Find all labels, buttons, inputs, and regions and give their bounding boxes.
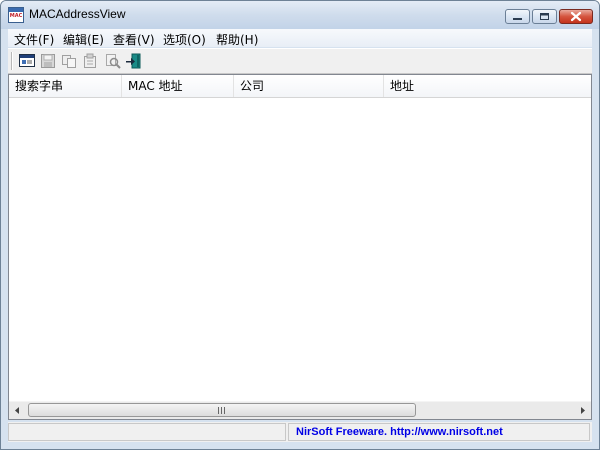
save-icon bbox=[41, 54, 55, 68]
properties-button[interactable] bbox=[81, 52, 99, 70]
status-pane-main bbox=[8, 423, 286, 441]
status-bar: NirSoft Freeware. http://www.nirsoft.net bbox=[8, 422, 592, 442]
maximize-button[interactable] bbox=[532, 9, 557, 24]
window-title: MACAddressView bbox=[29, 7, 126, 21]
copy-icon bbox=[62, 55, 76, 68]
menu-options[interactable]: 选项(O) bbox=[163, 31, 206, 48]
menu-bar: 文件(F) 编辑(E) 查看(V) 选项(O) 帮助(H) bbox=[8, 29, 592, 47]
toolbar-grip bbox=[11, 52, 13, 70]
results-list[interactable]: 搜索字串 MAC 地址 公司 地址 bbox=[8, 74, 592, 420]
copy-button[interactable] bbox=[60, 52, 78, 70]
minimize-icon bbox=[513, 18, 522, 20]
menu-view[interactable]: 查看(V) bbox=[113, 31, 155, 48]
column-header: 搜索字串 MAC 地址 公司 地址 bbox=[9, 75, 591, 98]
column-company[interactable]: 公司 bbox=[234, 75, 384, 97]
menu-edit[interactable]: 编辑(E) bbox=[63, 31, 104, 48]
arrow-right-icon bbox=[581, 407, 585, 414]
close-icon bbox=[570, 11, 582, 22]
menu-file[interactable]: 文件(F) bbox=[14, 31, 54, 48]
scroll-left-button[interactable] bbox=[9, 402, 26, 419]
scroll-thumb[interactable] bbox=[28, 403, 416, 417]
close-button[interactable] bbox=[559, 9, 593, 24]
app-icon-text: MAC bbox=[9, 13, 23, 19]
app-icon[interactable]: MAC bbox=[8, 7, 24, 23]
exit-button[interactable] bbox=[125, 52, 143, 70]
minimize-button[interactable] bbox=[505, 9, 530, 24]
find-icon bbox=[106, 54, 121, 69]
html-report-icon bbox=[19, 54, 35, 67]
grip-icon bbox=[218, 407, 225, 414]
column-mac-address[interactable]: MAC 地址 bbox=[122, 75, 234, 97]
html-report-button[interactable] bbox=[18, 52, 36, 70]
column-address[interactable]: 地址 bbox=[384, 75, 591, 97]
horizontal-scrollbar[interactable] bbox=[9, 401, 591, 419]
menu-help[interactable]: 帮助(H) bbox=[216, 31, 258, 48]
column-search-string[interactable]: 搜索字串 bbox=[9, 75, 122, 97]
save-button[interactable] bbox=[39, 52, 57, 70]
exit-icon bbox=[126, 53, 141, 69]
toolbar bbox=[8, 48, 592, 74]
find-button[interactable] bbox=[104, 52, 122, 70]
scroll-right-button[interactable] bbox=[574, 402, 591, 419]
properties-icon bbox=[84, 53, 96, 68]
maximize-icon bbox=[540, 13, 549, 20]
arrow-left-icon bbox=[15, 407, 19, 414]
title-bar[interactable]: MAC MACAddressView bbox=[1, 1, 599, 29]
nirsoft-link[interactable]: NirSoft Freeware. http://www.nirsoft.net bbox=[296, 423, 503, 441]
app-window: MAC MACAddressView 文件(F) 编辑(E) 查看(V) 选项(… bbox=[0, 0, 600, 450]
